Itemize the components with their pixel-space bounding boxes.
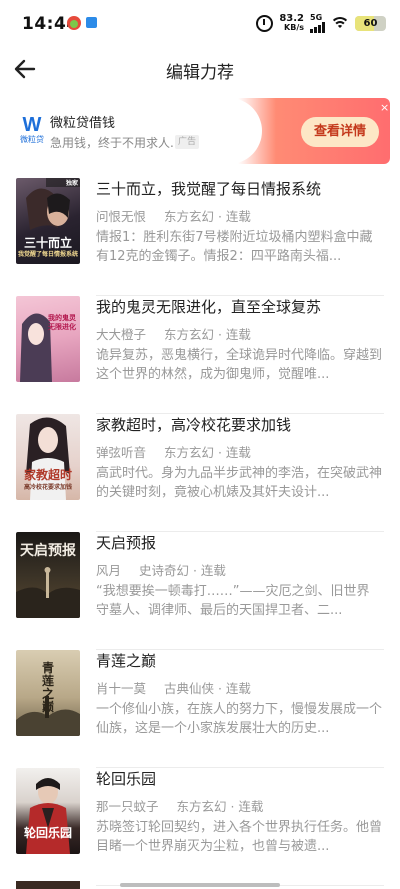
app-notification-icon-2 — [86, 17, 97, 28]
book-description: 情报1：胜利东街7号楼附近垃圾桶内塑料盒中藏有12克的金镯子。情报2：四平路南头… — [96, 230, 373, 264]
net-speed: 83.2 KB/s — [279, 13, 304, 33]
battery-icon: 60 — [355, 15, 386, 31]
home-indicator[interactable] — [120, 883, 280, 887]
ad-tag: 广告 — [175, 135, 200, 149]
app-notification-icon — [67, 16, 81, 30]
battery-level: 60 — [363, 17, 378, 29]
book-author: 大大橙子 — [96, 327, 147, 342]
book-meta: 肖十一莫 古典仙侠 · 连载 — [96, 678, 251, 697]
book-author: 风月 — [96, 563, 122, 578]
alarm-icon — [256, 14, 274, 32]
book-meta: 大大橙子 东方玄幻 · 连载 — [96, 324, 251, 343]
wifi-icon — [331, 16, 349, 30]
book-category: 东方玄幻 · 连载 — [176, 799, 264, 814]
book-cover[interactable]: 独家 三十而立 我觉醒了每日情报系统 — [16, 178, 80, 264]
header: 编辑力荐 — [0, 46, 400, 92]
cover-title: 青莲之巅 — [41, 661, 54, 714]
book-title[interactable]: 天启预报 — [96, 532, 386, 553]
book-cover-partial — [16, 881, 80, 889]
cover-title: 轮回乐园 — [23, 826, 72, 840]
book-description: 高武时代。身为九品半步武神的李浩，在突破武神的关键时刻，竟被心机婊及其奸夫设计.… — [96, 466, 382, 500]
book-cover[interactable]: 青莲之巅 — [16, 650, 80, 736]
net-speed-value: 83.2 — [279, 13, 304, 24]
book-meta: 风月 史诗奇幻 · 连载 — [96, 560, 226, 579]
cover-badge: 独家 — [65, 180, 78, 187]
book-cover[interactable]: 家教超时 高冷校花要求加钱 — [16, 414, 80, 500]
book-title[interactable]: 家教超时，高冷校花要求加钱 — [96, 414, 386, 435]
status-indicators: 83.2 KB/s 5G 60 — [256, 12, 386, 34]
book-cover[interactable]: 轮回乐园 — [16, 768, 80, 854]
book-item[interactable]: 家教超时 高冷校花要求加钱 家教超时，高冷校花要求加钱 弹弦听音 东方玄幻 · 连… — [0, 414, 400, 532]
net-speed-unit: KB/s — [284, 23, 304, 32]
signal-icon: 5G — [310, 12, 325, 33]
cover-title: 天启预报 — [20, 543, 76, 559]
book-item[interactable]: 青莲之巅 青莲之巅 肖十一莫 古典仙侠 · 连载 一个修仙小族，在族人的努力下，慢… — [0, 650, 400, 768]
book-item[interactable]: 天启预报 天启预报 风月 史诗奇幻 · 连载 “我想要挨一顿毒打……”——灾厄之剑… — [0, 532, 400, 650]
cover-subtitle: 高冷校花要求加钱 — [23, 484, 72, 491]
book-title[interactable]: 三十而立，我觉醒了每日情报系统 — [96, 178, 386, 199]
book-author: 肖十一莫 — [96, 681, 147, 696]
ad-cta-button[interactable]: 查看详情 — [301, 117, 379, 147]
page-title: 编辑力荐 — [166, 63, 234, 83]
book-cover[interactable]: 天启预报 — [16, 532, 80, 618]
book-meta: 问恨无恨 东方玄幻 · 连载 — [96, 206, 251, 225]
book-category: 史诗奇幻 · 连载 — [139, 563, 226, 578]
book-author: 弹弦听音 — [96, 445, 147, 460]
book-title[interactable]: 轮回乐园 — [96, 768, 386, 789]
book-item[interactable]: 轮回乐园 轮回乐园 那一只蚊子 东方玄幻 · 连载 苏晓签订轮回契约，进入各个世界… — [0, 768, 400, 886]
book-author: 问恨无恨 — [96, 209, 147, 224]
book-meta: 弹弦听音 东方玄幻 · 连载 — [96, 442, 251, 461]
book-category: 东方玄幻 · 连载 — [164, 327, 251, 342]
book-title[interactable]: 青莲之巅 — [96, 650, 386, 671]
book-item[interactable]: 独家 三十而立 我觉醒了每日情报系统 三十而立，我觉醒了每日情报系统 问恨无恨 东… — [0, 178, 400, 296]
book-description: “我想要挨一顿毒打……”——灾厄之剑、旧世界守墓人、调律师、最后的天国捍卫者、二… — [96, 584, 370, 618]
book-category: 东方玄幻 · 连载 — [164, 209, 251, 224]
wechat-loan-logo-icon: W — [22, 114, 42, 136]
network-type: 5G — [310, 12, 323, 22]
book-cover[interactable]: 我的鬼灵无限进化 — [16, 296, 80, 382]
cover-subtitle: 我觉醒了每日情报系统 — [17, 251, 78, 258]
close-icon[interactable]: × — [380, 101, 389, 114]
ad-logo-text: 微粒贷 — [20, 135, 44, 144]
cover-title: 我的鬼灵无限进化 — [48, 314, 76, 331]
book-description: 苏晓签订轮回契约，进入各个世界执行任务。他曾目睹一个世界崩灭为尘粒，也曾与被遗.… — [96, 820, 382, 854]
ad-background — [10, 98, 262, 164]
ad-logo: W 微粒贷 — [18, 115, 46, 147]
book-category: 东方玄幻 · 连载 — [164, 445, 251, 460]
cover-title: 家教超时 — [23, 468, 72, 482]
status-bar: 14:44 83.2 KB/s 5G 60 — [0, 0, 400, 46]
book-description: 一个修仙小族，在族人的努力下，慢慢发展成一个仙族，这是一个小家族发展壮大的历史.… — [96, 702, 382, 736]
book-description: 诡异复苏，恶鬼横行，全球诡异时代降临。穿越到这个世界的林然，成为御鬼师，觉醒唯.… — [96, 348, 382, 382]
book-item[interactable]: 我的鬼灵无限进化 我的鬼灵无限进化，直至全球复苏 大大橙子 东方玄幻 · 连载 诡… — [0, 296, 400, 414]
book-meta: 那一只蚊子 东方玄幻 · 连载 — [96, 796, 263, 815]
book-category: 古典仙侠 · 连载 — [164, 681, 251, 696]
book-author: 那一只蚊子 — [96, 799, 159, 814]
book-title[interactable]: 我的鬼灵无限进化，直至全球复苏 — [96, 296, 386, 317]
ad-title: 微粒贷借钱 — [50, 116, 116, 131]
ad-description: 急用钱，终于不用求人... — [50, 136, 182, 150]
